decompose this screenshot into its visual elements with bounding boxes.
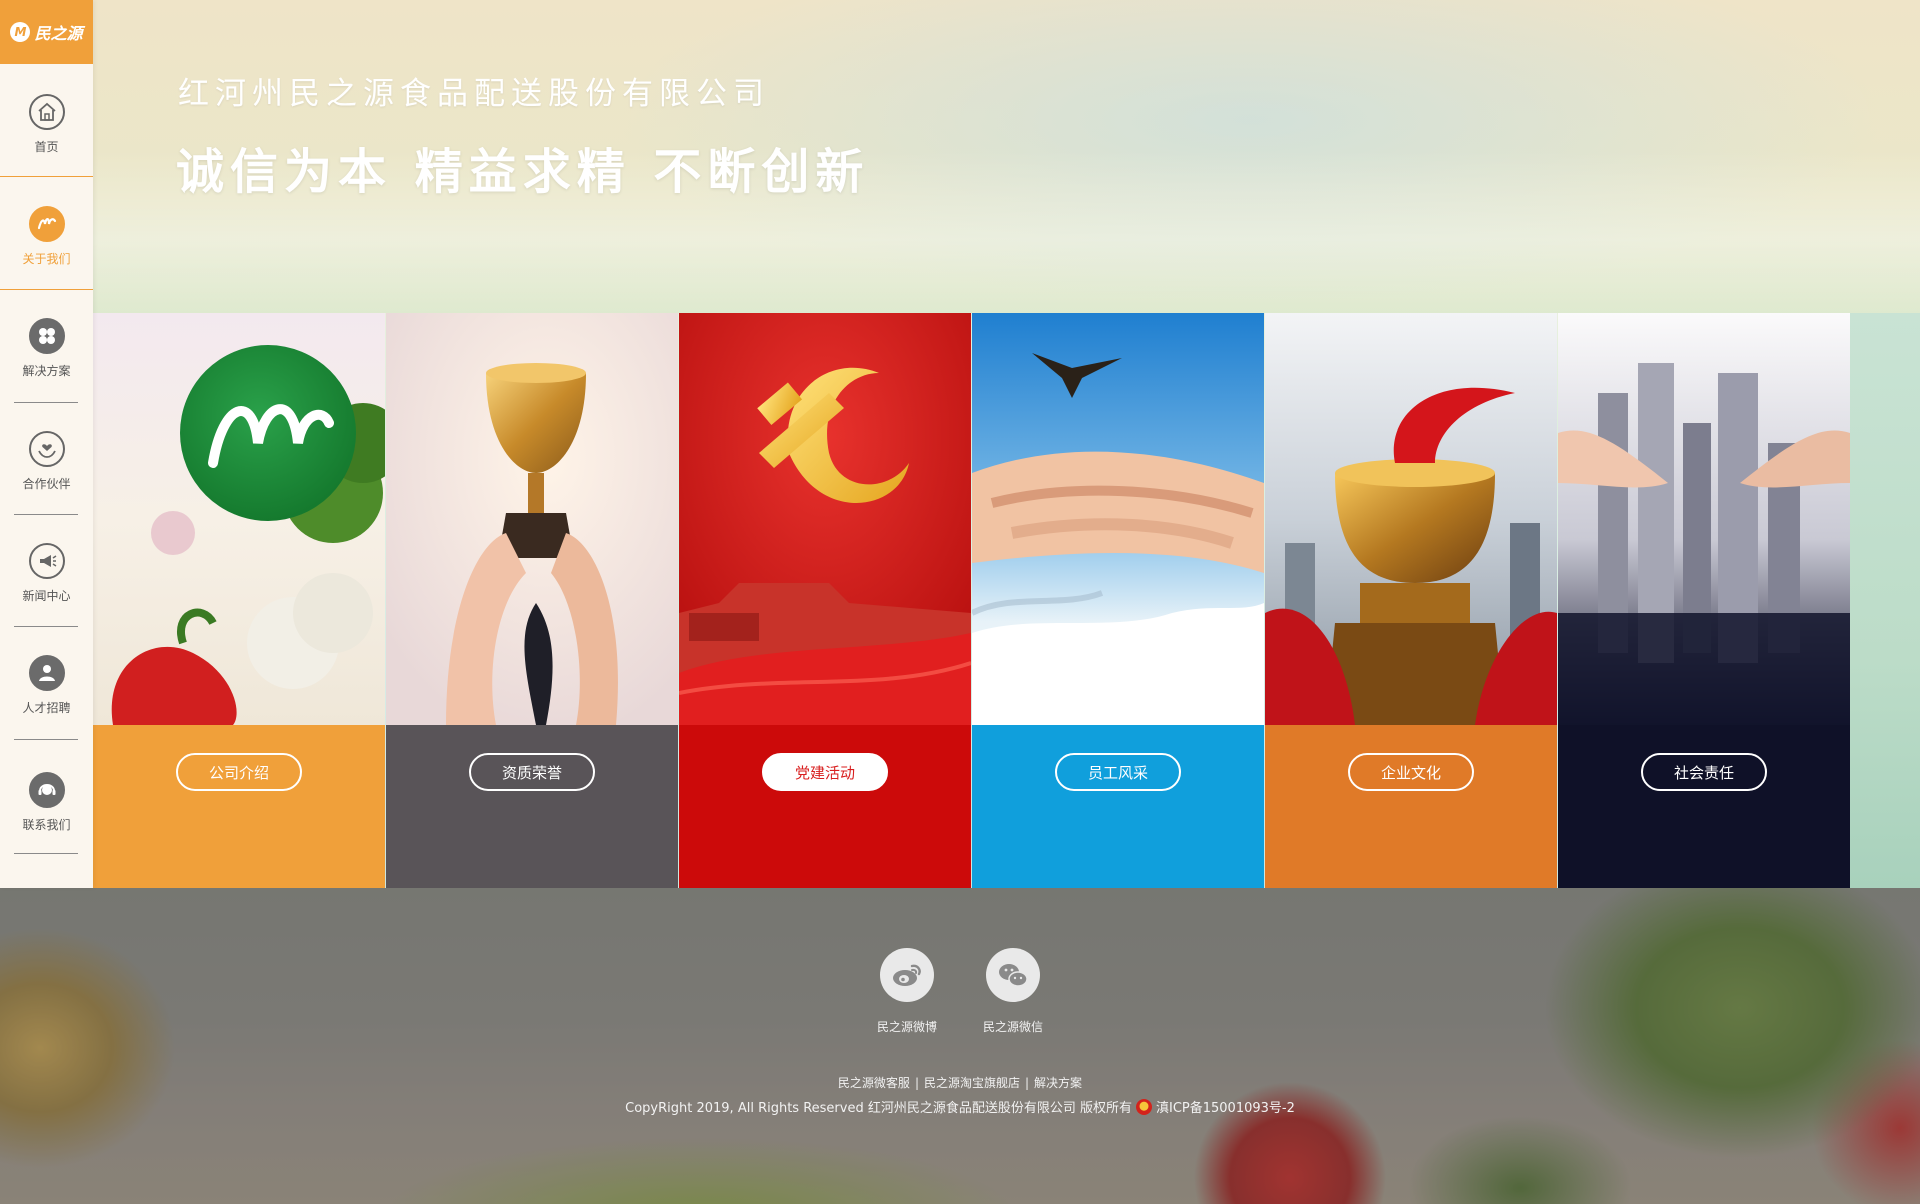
handshake-heart-icon bbox=[28, 431, 65, 467]
sidebar-item-careers[interactable]: 人才招聘 bbox=[0, 655, 93, 716]
link-separator: | bbox=[1025, 1076, 1030, 1090]
social-links: 民之源微博 民之源微信 bbox=[0, 948, 1920, 1035]
card-honors[interactable]: 资质荣誉 bbox=[385, 313, 678, 888]
sidebar-item-label: 合作伙伴 bbox=[22, 477, 71, 491]
nav-divider bbox=[14, 514, 78, 515]
sidebar-item-contact[interactable]: 联系我们 bbox=[0, 772, 93, 833]
nav-divider bbox=[14, 402, 78, 403]
sidebar: M 民之源 首页 关于我们 解决方案 合作伙伴 新闻中心 人才招聘 联系我们 bbox=[0, 0, 93, 888]
social-responsibility-button[interactable]: 社会责任 bbox=[1641, 753, 1767, 791]
weibo-icon bbox=[880, 948, 934, 1002]
company-motto: 诚信为本 精益求精 不断创新 bbox=[176, 144, 870, 200]
card-bottom bbox=[679, 725, 971, 888]
culture-button[interactable]: 企业文化 bbox=[1348, 753, 1474, 791]
sidebar-item-label: 解决方案 bbox=[22, 364, 71, 378]
sidebar-item-home[interactable]: 首页 bbox=[0, 94, 93, 155]
headset-icon bbox=[28, 772, 65, 808]
party-activities-button[interactable]: 党建活动 bbox=[762, 753, 888, 791]
card-staff[interactable]: 员工风采 bbox=[971, 313, 1264, 888]
company-intro-button[interactable]: 公司介绍 bbox=[176, 753, 302, 791]
logo[interactable]: M 民之源 bbox=[0, 0, 93, 64]
logo-text: 民之源 bbox=[34, 24, 83, 43]
nav-divider bbox=[14, 739, 78, 740]
card-image-bronze-ding bbox=[1265, 313, 1557, 725]
card-bottom bbox=[1558, 725, 1850, 888]
brand-m-icon bbox=[28, 206, 65, 242]
weibo-label: 民之源微博 bbox=[876, 1020, 937, 1034]
card-image-city-handshake bbox=[1558, 313, 1850, 725]
sidebar-item-about[interactable]: 关于我们 bbox=[0, 206, 93, 267]
nav-divider bbox=[14, 853, 78, 854]
clover-icon bbox=[28, 318, 65, 354]
sidebar-item-solutions[interactable]: 解决方案 bbox=[0, 318, 93, 379]
footer: 民之源微博 民之源微信 民之源微客服 | 民之源淘宝旗舰店 | 解决方案 CopyRig… bbox=[0, 888, 1920, 1204]
sidebar-item-news[interactable]: 新闻中心 bbox=[0, 543, 93, 604]
weibo-link[interactable]: 民之源微博 bbox=[871, 948, 943, 1035]
card-party-activities[interactable]: 党建活动 bbox=[678, 313, 971, 888]
feature-cards: 公司介绍 资质荣誉 党建活动 员工风采 企业文化 社会责任 bbox=[93, 313, 1850, 888]
nav-divider bbox=[0, 176, 93, 177]
megaphone-icon bbox=[28, 543, 65, 579]
card-company-intro[interactable]: 公司介绍 bbox=[93, 313, 385, 888]
staff-button[interactable]: 员工风采 bbox=[1055, 753, 1181, 791]
card-bottom bbox=[972, 725, 1264, 888]
nav-divider bbox=[0, 289, 93, 290]
card-image-trophy bbox=[386, 313, 678, 725]
sidebar-item-label: 关于我们 bbox=[22, 252, 71, 266]
card-bottom bbox=[386, 725, 678, 888]
sidebar-item-label: 联系我们 bbox=[22, 818, 71, 832]
footer-link-solutions[interactable]: 解决方案 bbox=[1034, 1076, 1082, 1090]
footer-link-wechat-service[interactable]: 民之源微客服 bbox=[838, 1076, 910, 1090]
card-image-vegetables bbox=[93, 313, 385, 725]
hero-right-strip bbox=[1846, 313, 1920, 888]
sidebar-item-label: 首页 bbox=[34, 140, 59, 154]
police-emblem-icon bbox=[1135, 1098, 1152, 1115]
company-name: 红河州民之源食品配送股份有限公司 bbox=[178, 76, 770, 112]
wechat-icon bbox=[986, 948, 1040, 1002]
card-bottom bbox=[1265, 725, 1557, 888]
sidebar-item-partners[interactable]: 合作伙伴 bbox=[0, 431, 93, 492]
person-icon bbox=[28, 655, 65, 691]
footer-link-taobao-store[interactable]: 民之源淘宝旗舰店 bbox=[924, 1076, 1020, 1090]
footer-links: 民之源微客服 | 民之源淘宝旗舰店 | 解决方案 bbox=[0, 1074, 1920, 1091]
honors-button[interactable]: 资质荣誉 bbox=[469, 753, 595, 791]
card-image-party-emblem bbox=[679, 313, 971, 725]
logo-mark-icon: M bbox=[10, 22, 31, 42]
link-separator: | bbox=[914, 1076, 919, 1090]
sidebar-item-label: 人才招聘 bbox=[22, 701, 71, 715]
home-icon bbox=[28, 94, 65, 130]
icp-number[interactable]: 滇ICP备15001093号-2 bbox=[1156, 1097, 1295, 1116]
sidebar-item-label: 新闻中心 bbox=[22, 589, 71, 603]
copyright-line: CopyRight 2019, All Rights Reserved 红河州民… bbox=[0, 1097, 1920, 1116]
card-bottom bbox=[93, 725, 385, 888]
card-social-responsibility[interactable]: 社会责任 bbox=[1557, 313, 1850, 888]
wechat-label: 民之源微信 bbox=[982, 1020, 1043, 1034]
wechat-link[interactable]: 民之源微信 bbox=[977, 948, 1049, 1035]
nav-divider bbox=[14, 626, 78, 627]
card-culture[interactable]: 企业文化 bbox=[1264, 313, 1557, 888]
card-image-hands bbox=[972, 313, 1264, 725]
footer-overlay bbox=[0, 888, 1920, 1204]
copyright-text: CopyRight 2019, All Rights Reserved 红河州民… bbox=[625, 1101, 1132, 1116]
